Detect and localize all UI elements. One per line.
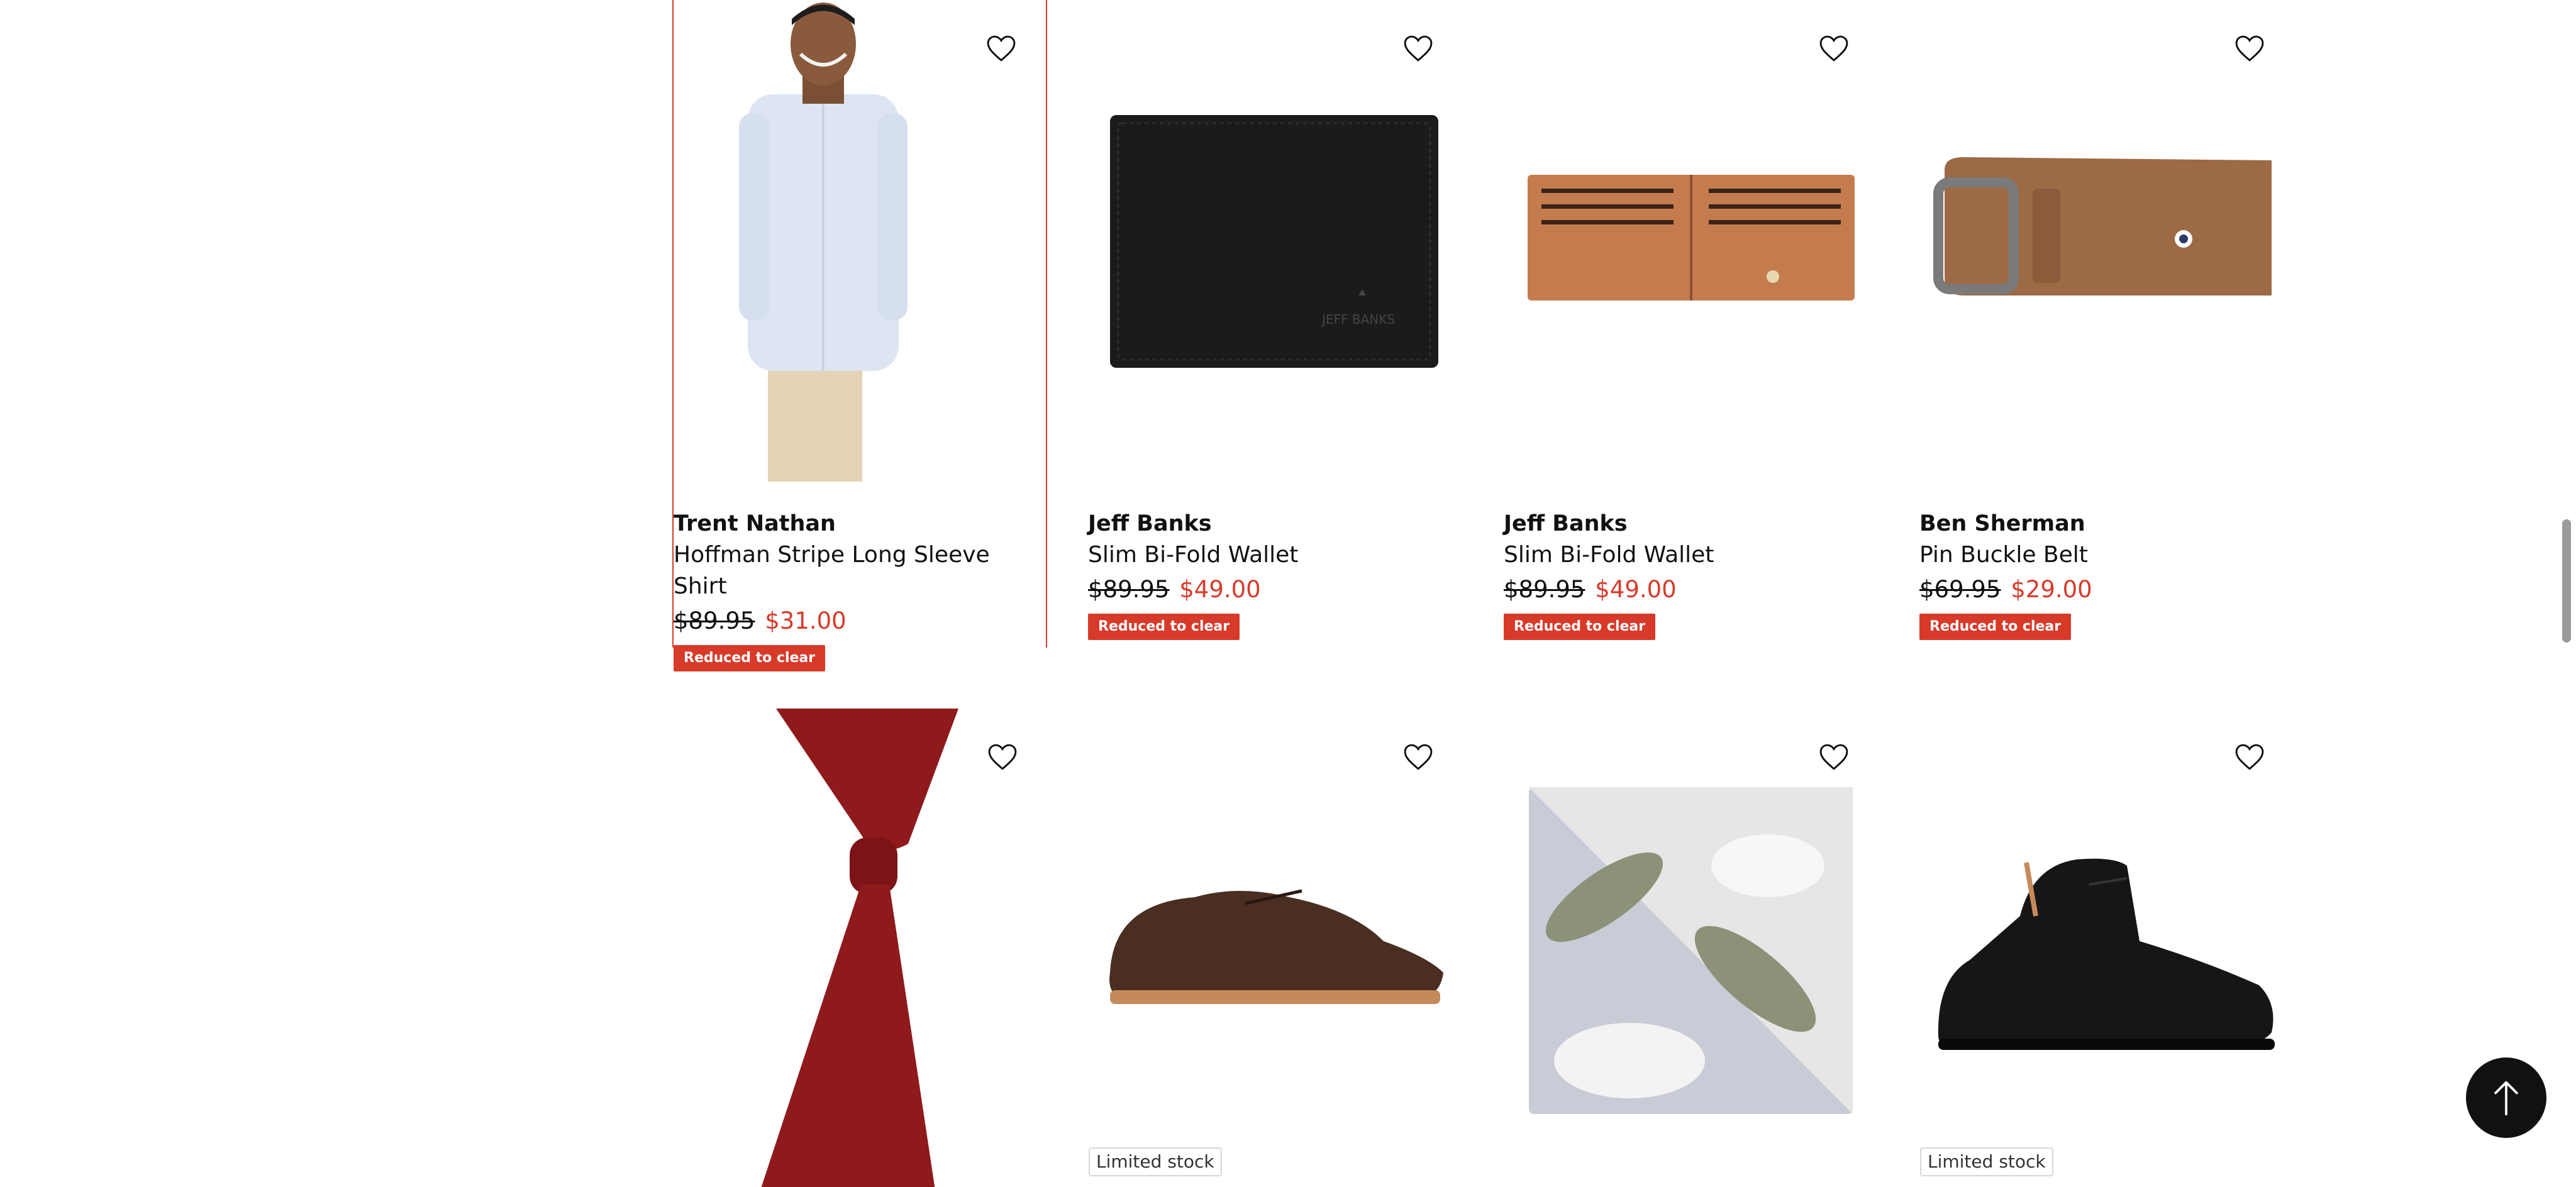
product-card[interactable] — [1919, 709, 2294, 1187]
sale-price: $49.00 — [1595, 576, 1677, 603]
product-card[interactable] — [1504, 709, 1879, 1187]
product-price: $89.95 $31.00 — [674, 604, 1048, 639]
original-price: $89.95 — [1088, 576, 1170, 603]
product-card[interactable]: Ben Sherman Pin Buckle Belt $69.95 $29.0… — [1919, 0, 2294, 648]
product-brand[interactable]: Jeff Banks — [1504, 509, 1879, 538]
product-brand[interactable]: Trent Nathan — [674, 509, 1048, 538]
product-card[interactable]: Jeff Banks Slim Bi-Fold Wallet $89.95 $4… — [1504, 0, 1879, 648]
product-price: $89.95 $49.00 — [1088, 572, 1463, 607]
heart-outline-icon — [2235, 35, 2264, 62]
wishlist-button[interactable] — [1807, 21, 1861, 75]
product-brand[interactable]: Ben Sherman — [1919, 509, 2294, 538]
wishlist-button[interactable] — [1391, 730, 1445, 784]
product-grid: Trent Nathan Hoffman Stripe Long Sleeve … — [672, 0, 2294, 1187]
stock-badge: Limited stock — [1089, 1147, 1222, 1176]
heart-outline-icon — [1819, 744, 1848, 770]
sale-badge: Reduced to clear — [1088, 614, 1240, 640]
wishlist-button[interactable] — [2223, 21, 2277, 75]
back-to-top-button[interactable] — [2466, 1057, 2546, 1138]
product-info: Jeff Banks Slim Bi-Fold Wallet $89.95 $4… — [1504, 509, 1879, 640]
sale-price: $29.00 — [2011, 576, 2092, 603]
wishlist-button[interactable] — [974, 21, 1028, 75]
product-info: Jeff Banks Slim Bi-Fold Wallet $89.95 $4… — [1088, 509, 1463, 640]
sale-badge: Reduced to clear — [674, 645, 826, 671]
sale-badge: Reduced to clear — [1504, 614, 1656, 640]
product-name[interactable]: Pin Buckle Belt — [1919, 539, 2294, 571]
product-card[interactable] — [1088, 709, 1463, 1187]
scrollbar-thumb[interactable] — [2562, 519, 2571, 643]
wallet-imprint: JEFF BANKS — [1321, 312, 1395, 327]
product-info: Ben Sherman Pin Buckle Belt $69.95 $29.0… — [1919, 509, 2294, 640]
product-price: $89.95 $49.00 — [1504, 572, 1879, 607]
heart-outline-icon — [1404, 35, 1433, 62]
product-name[interactable]: Slim Bi-Fold Wallet — [1504, 539, 1879, 571]
product-card[interactable] — [672, 709, 1047, 1187]
heart-outline-icon — [1819, 35, 1848, 62]
wishlist-button[interactable] — [1391, 21, 1445, 75]
product-brand[interactable]: Jeff Banks — [1088, 509, 1463, 538]
wishlist-button[interactable] — [1807, 730, 1861, 784]
original-price: $89.95 — [1504, 576, 1585, 603]
sale-badge: Reduced to clear — [1919, 614, 2072, 640]
original-price: $89.95 — [674, 607, 755, 634]
sale-price: $49.00 — [1179, 576, 1261, 603]
original-price: $69.95 — [1919, 576, 2001, 603]
sale-price: $31.00 — [765, 607, 847, 634]
product-card[interactable]: JEFF BANKS Jeff Banks Slim Bi-Fold Walle… — [1088, 0, 1463, 648]
wishlist-button[interactable] — [2223, 730, 2277, 784]
stock-badge: Limited stock — [1920, 1147, 2053, 1176]
heart-outline-icon — [987, 35, 1016, 62]
heart-outline-icon — [1404, 744, 1433, 770]
heart-outline-icon — [988, 744, 1017, 770]
product-name[interactable]: Slim Bi-Fold Wallet — [1088, 539, 1463, 571]
product-card[interactable]: Trent Nathan Hoffman Stripe Long Sleeve … — [672, 0, 1047, 671]
product-name[interactable]: Hoffman Stripe Long Sleeve Shirt — [674, 539, 1048, 602]
product-price: $69.95 $29.00 — [1919, 572, 2294, 607]
product-info: Trent Nathan Hoffman Stripe Long Sleeve … — [674, 509, 1048, 671]
arrow-up-icon — [2494, 1081, 2518, 1116]
heart-outline-icon — [2235, 744, 2264, 770]
wishlist-button[interactable] — [975, 730, 1030, 784]
